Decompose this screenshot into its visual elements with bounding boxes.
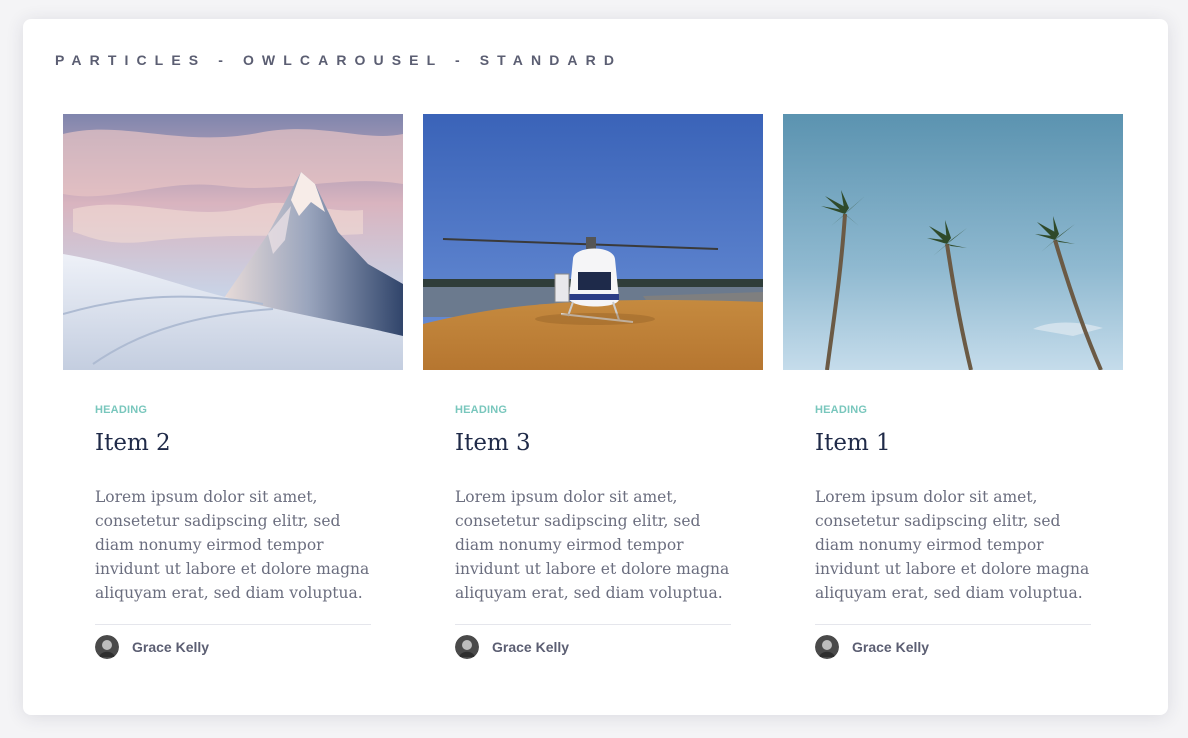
carousel-card[interactable]: HEADING Item 3 Lorem ipsum dolor sit ame… [423,114,763,659]
carousel-card[interactable]: HEADING Item 2 Lorem ipsum dolor sit ame… [63,114,403,659]
card-text: Lorem ipsum dolor sit amet, consetetur s… [815,488,1090,602]
page-title: PARTICLES - OWLCAROUSEL - STANDARD [55,52,623,68]
author-name[interactable]: Grace Kelly [132,639,209,655]
card-kicker: HEADING [95,404,148,416]
helicopter-photo [423,114,763,370]
card-kicker: HEADING [455,404,508,416]
card-author[interactable]: Grace Kelly [815,635,1091,659]
card-divider [815,624,1091,625]
carousel-card[interactable]: HEADING Item 1 Lorem ipsum dolor sit ame… [783,114,1123,659]
card-divider [455,624,731,625]
card-author[interactable]: Grace Kelly [95,635,371,659]
carousel-panel: PARTICLES - OWLCAROUSEL - STANDARD HEADI… [23,19,1168,715]
card-text: Lorem ipsum dolor sit amet, consetetur s… [455,488,730,602]
card-title[interactable]: Item 3 [455,427,731,459]
card-title[interactable]: Item 2 [95,427,371,459]
avatar [455,635,479,659]
author-name[interactable]: Grace Kelly [852,639,929,655]
card-text: Lorem ipsum dolor sit amet, consetetur s… [95,488,370,602]
card-title[interactable]: Item 1 [815,427,1091,459]
avatar [95,635,119,659]
avatar [815,635,839,659]
card-author[interactable]: Grace Kelly [455,635,731,659]
author-name[interactable]: Grace Kelly [492,639,569,655]
mountain-photo [63,114,403,370]
card-kicker: HEADING [815,404,868,416]
card-divider [95,624,371,625]
palm-trees-photo [783,114,1123,370]
